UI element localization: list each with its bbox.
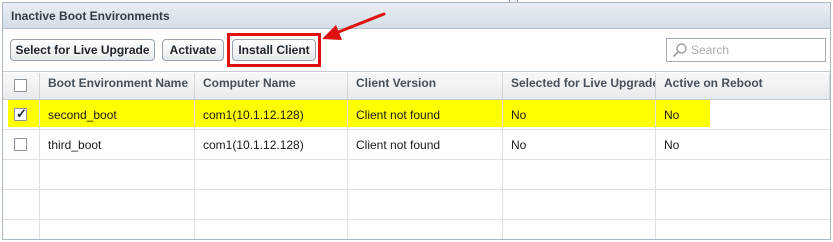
- empty-cell: [656, 220, 830, 239]
- table-row[interactable]: ✓ second_boot com1(10.1.12.128) Client n…: [3, 100, 830, 130]
- empty-cell: [195, 160, 348, 189]
- empty-cell: [3, 190, 40, 219]
- activate-button[interactable]: Activate: [162, 39, 224, 61]
- empty-cell: [195, 220, 348, 239]
- table-cell: third_boot: [40, 130, 195, 159]
- column-header[interactable]: Selected for Live Upgrade: [503, 73, 656, 99]
- table-cell: second_boot: [40, 100, 195, 129]
- install-client-button[interactable]: Install Client: [232, 39, 316, 61]
- panel-title: Inactive Boot Environments: [11, 9, 170, 23]
- row-checkbox-checked[interactable]: ✓: [14, 106, 27, 121]
- checkmark-icon: ✓: [16, 106, 27, 121]
- row-select-cell[interactable]: [3, 130, 40, 159]
- table-cell: No: [664, 138, 680, 152]
- column-header[interactable]: Client Version: [348, 73, 503, 99]
- empty-cell: [348, 220, 503, 239]
- empty-row: [3, 190, 830, 220]
- search-input[interactable]: [691, 41, 821, 59]
- empty-cell: [656, 190, 830, 219]
- empty-cell: [195, 190, 348, 219]
- table-cell: No: [664, 108, 680, 122]
- empty-cell: [40, 190, 195, 219]
- row-checkbox[interactable]: [14, 138, 27, 151]
- search-field[interactable]: [666, 38, 826, 62]
- inactive-boot-environments-panel: Inactive Boot Environments Select for Li…: [2, 2, 831, 240]
- empty-cell: [40, 220, 195, 239]
- column-header[interactable]: Boot Environment Name: [40, 73, 195, 99]
- column-header[interactable]: Active on Reboot: [656, 73, 830, 99]
- empty-cell: [348, 190, 503, 219]
- header-select-all[interactable]: [3, 73, 40, 99]
- table-cell: No: [503, 130, 656, 159]
- empty-cell: [40, 160, 195, 189]
- panel-header: Inactive Boot Environments: [3, 3, 830, 29]
- empty-cell: [3, 160, 40, 189]
- table-row[interactable]: third_boot com1(10.1.12.128) Client not …: [3, 130, 830, 160]
- empty-cell: [503, 220, 656, 239]
- table-header: Boot Environment Name Computer Name Clie…: [3, 73, 830, 100]
- table-cell: com1(10.1.12.128): [195, 130, 348, 159]
- column-header[interactable]: Computer Name: [195, 73, 348, 99]
- empty-cell: [3, 220, 40, 239]
- empty-cell: [503, 190, 656, 219]
- row-select-cell[interactable]: ✓: [3, 100, 40, 129]
- table-cell: No: [503, 100, 656, 129]
- toolbar: Select for Live Upgrade Activate Install…: [3, 30, 830, 72]
- empty-cell: [503, 160, 656, 189]
- table-cell: com1(10.1.12.128): [195, 100, 348, 129]
- search-icon: [673, 43, 687, 57]
- empty-cell: [656, 160, 830, 189]
- select-all-checkbox[interactable]: [14, 79, 27, 92]
- table-cell: Client not found: [348, 130, 503, 159]
- empty-row: [3, 160, 830, 190]
- select-for-live-upgrade-button[interactable]: Select for Live Upgrade: [10, 39, 155, 61]
- empty-row: [3, 220, 830, 239]
- table-cell: Client not found: [348, 100, 503, 129]
- empty-cell: [348, 160, 503, 189]
